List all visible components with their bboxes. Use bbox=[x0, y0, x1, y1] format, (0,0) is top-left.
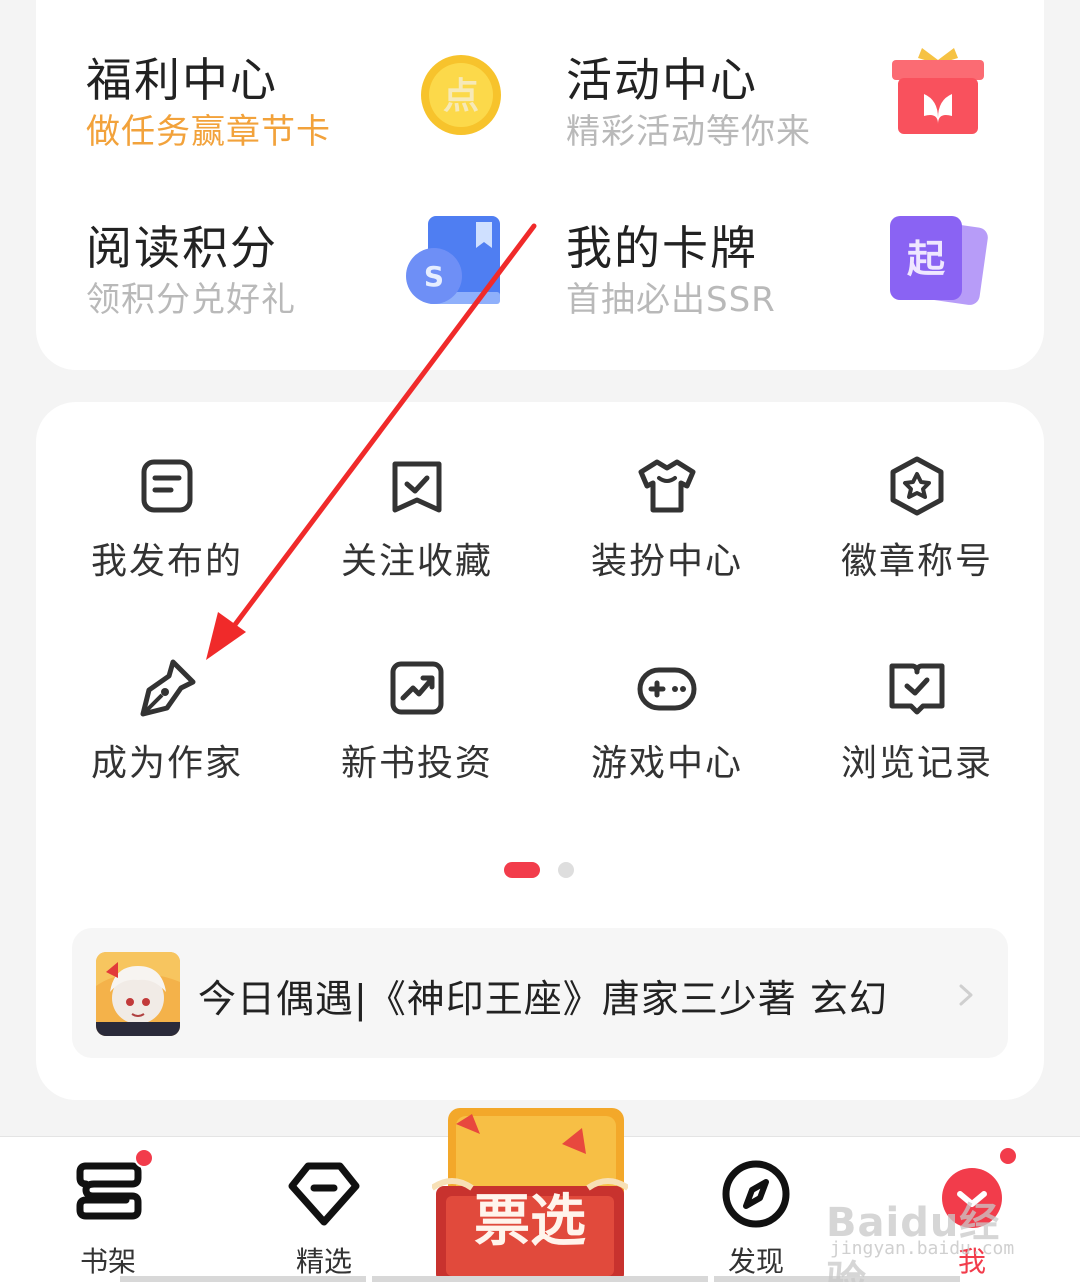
baidu-jingyan-watermark: Baidu经验 jingyan.baidu.com bbox=[826, 1190, 1026, 1282]
tab-discover[interactable]: 发现 bbox=[686, 1136, 826, 1282]
promo-title: 我的卡牌 bbox=[566, 221, 758, 275]
menu-item-follow-favorites[interactable]: 关注收藏 bbox=[292, 456, 542, 596]
tab-featured[interactable]: 精选 bbox=[254, 1136, 394, 1282]
promo-title: 福利中心 bbox=[86, 53, 278, 107]
menu-item-badges-titles[interactable]: 徽章称号 bbox=[792, 456, 1042, 596]
watermark-brand: Baidu经验 bbox=[826, 1200, 1001, 1282]
trend-chart-icon bbox=[390, 661, 444, 715]
card-glyph: 起 bbox=[907, 237, 946, 281]
home-indicator bbox=[120, 1276, 366, 1282]
promo-activity-center[interactable]: 活动中心 精彩活动等你来 bbox=[516, 44, 986, 194]
menu-item-label: 装扮中心 bbox=[590, 541, 743, 582]
bookmark-check-icon bbox=[392, 461, 442, 513]
home-indicator bbox=[372, 1276, 708, 1282]
menu-item-label: 游戏中心 bbox=[590, 743, 743, 784]
menu-item-label: 徽章称号 bbox=[840, 541, 993, 582]
promo-title: 活动中心 bbox=[566, 53, 758, 107]
menu-item-become-author[interactable]: 成为作家 bbox=[42, 658, 292, 798]
menu-item-dress-up-center[interactable]: 装扮中心 bbox=[542, 456, 792, 596]
post-icon bbox=[141, 459, 193, 513]
vote-promo-icon: 票选 bbox=[430, 1108, 630, 1282]
menu-item-label: 我发布的 bbox=[90, 541, 243, 582]
bookshelf-icon bbox=[76, 1162, 142, 1220]
tab-bookshelf[interactable]: 书架 bbox=[38, 1136, 178, 1282]
daily-book-banner[interactable]: 今日偶遇|《神印王座》唐家三少著 玄幻 bbox=[72, 928, 1008, 1058]
points-coin-glyph: S bbox=[424, 260, 444, 293]
menu-item-label: 浏览记录 bbox=[840, 743, 993, 784]
page-dot bbox=[558, 862, 574, 878]
chevron-right-icon bbox=[959, 984, 973, 1006]
badge-star-icon bbox=[890, 456, 944, 516]
pen-nib-icon bbox=[140, 659, 196, 717]
banner-text: 今日偶遇|《神印王座》唐家三少著 玄幻 bbox=[198, 977, 888, 1021]
vote-glyphs: 票选 bbox=[474, 1189, 586, 1254]
page-dot-active bbox=[504, 862, 540, 878]
promo-title: 阅读积分 bbox=[86, 221, 278, 275]
tab-label: 书架 bbox=[79, 1245, 136, 1278]
menu-item-browse-history[interactable]: 浏览记录 bbox=[792, 658, 1042, 798]
coin-glyph: 点 bbox=[443, 76, 479, 117]
points-book-icon: S bbox=[406, 216, 500, 304]
gamepad-icon bbox=[637, 667, 697, 711]
book-character-avatar bbox=[96, 952, 180, 1036]
menu-item-label: 新书投资 bbox=[340, 743, 493, 784]
diamond-icon bbox=[288, 1162, 360, 1226]
menu-item-my-posts[interactable]: 我发布的 bbox=[42, 456, 292, 596]
tab-label: 发现 bbox=[727, 1245, 784, 1278]
notification-dot bbox=[134, 1148, 154, 1168]
promo-welfare-center[interactable]: 福利中心 做任务赢章节卡 点 bbox=[36, 44, 506, 194]
compass-icon bbox=[722, 1160, 790, 1228]
tab-label: 精选 bbox=[295, 1245, 352, 1278]
promo-subtitle: 精彩活动等你来 bbox=[566, 112, 811, 152]
promo-my-cards[interactable]: 我的卡牌 首抽必出SSR 起 bbox=[516, 212, 988, 362]
tshirt-icon bbox=[638, 459, 696, 513]
menu-item-label: 关注收藏 bbox=[340, 541, 493, 582]
watermark-url: jingyan.baidu.com bbox=[830, 1238, 1015, 1259]
menu-item-label: 成为作家 bbox=[90, 743, 243, 784]
tab-vote-promo[interactable]: 票选 bbox=[430, 1104, 630, 1282]
history-book-icon bbox=[889, 663, 945, 715]
promo-subtitle: 做任务赢章节卡 bbox=[86, 112, 331, 152]
menu-item-game-center[interactable]: 游戏中心 bbox=[542, 658, 792, 798]
gift-box-icon bbox=[892, 48, 984, 134]
notification-dot bbox=[998, 1146, 1018, 1166]
promo-subtitle: 领积分兑好礼 bbox=[86, 280, 296, 320]
coin-icon: 点 bbox=[421, 55, 501, 135]
promo-subtitle: 首抽必出SSR bbox=[566, 280, 776, 320]
menu-item-new-book-investment[interactable]: 新书投资 bbox=[292, 658, 542, 798]
promo-reading-points[interactable]: 阅读积分 领积分兑好礼 S bbox=[36, 212, 506, 362]
cards-icon: 起 bbox=[890, 216, 988, 305]
